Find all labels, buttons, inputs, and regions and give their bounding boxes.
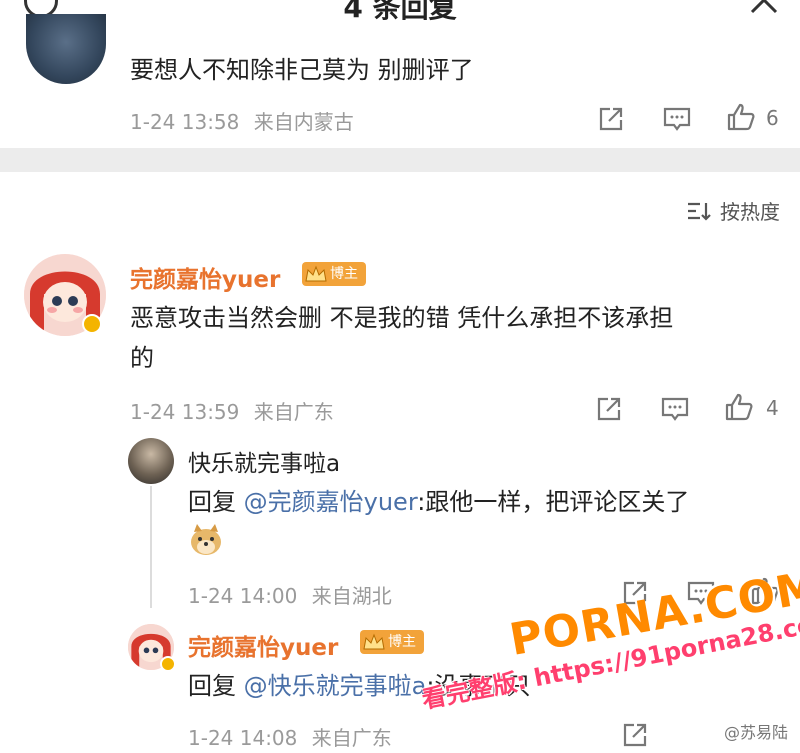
avatar[interactable]: [128, 438, 174, 484]
comment-time: 1-24 13:58: [130, 110, 240, 134]
reply-meta: 1-24 14:00 来自湖北: [188, 580, 392, 609]
reply-location: 来自广东: [311, 726, 392, 750]
reply-author[interactable]: 快乐就完事啦a: [188, 444, 340, 478]
badge-label: 博主: [330, 266, 358, 282]
comment-author[interactable]: 完颜嘉怡yuer: [130, 260, 280, 294]
modal-header: 4 条回复: [0, 0, 800, 30]
reply-author[interactable]: 完颜嘉怡yuer: [188, 628, 338, 662]
like-icon[interactable]: [726, 102, 756, 132]
comment-meta: 1-24 13:58 来自内蒙古: [130, 106, 354, 135]
reply-time: 1-24 14:00: [188, 584, 298, 608]
comment-location: 来自广东: [253, 400, 334, 424]
reply-prefix: 回复: [188, 672, 244, 700]
thread-connector: [150, 486, 152, 608]
doge-emoji-icon: [191, 524, 221, 555]
reply-body: :跟他一样，把评论区关了: [417, 488, 690, 516]
share-icon[interactable]: [596, 104, 626, 134]
comment-icon[interactable]: [660, 394, 690, 424]
reply-location: 来自湖北: [311, 584, 392, 608]
share-icon[interactable]: [620, 720, 650, 750]
root-comment: 要想人不知除非己莫为 别删评了 1-24 13:58 来自内蒙古 6: [0, 14, 800, 148]
like-icon[interactable]: [724, 392, 754, 422]
reply-prefix: 回复: [188, 488, 244, 516]
badge-label: 博主: [388, 634, 416, 650]
sort-label: 按热度: [720, 200, 780, 224]
like-count: 6: [766, 106, 779, 130]
blogger-badge: 博主: [360, 630, 424, 654]
verified-badge-icon: [82, 314, 102, 334]
avatar[interactable]: [26, 14, 106, 84]
comment-text: 要想人不知除非己莫为 别删评了: [130, 56, 474, 84]
crown-icon: [363, 633, 385, 650]
comment-icon[interactable]: [662, 104, 692, 134]
comment-text: 恶意攻击当然会删 不是我的错 凭什么承担不该承担: [130, 304, 674, 332]
page-title: 4 条回复: [343, 0, 457, 24]
reply-text: 回复 @完颜嘉怡yuer:跟他一样，把评论区关了: [188, 484, 689, 520]
verified-badge-icon: [160, 656, 176, 672]
mention-link[interactable]: @完颜嘉怡yuer: [244, 488, 418, 516]
mention-link[interactable]: @快乐就完事啦a: [244, 672, 427, 700]
sort-button[interactable]: 按热度: [686, 196, 780, 225]
crown-icon: [305, 265, 327, 282]
close-icon[interactable]: [748, 0, 780, 16]
share-icon[interactable]: [594, 394, 624, 424]
watermark-corner: @苏易陆: [723, 723, 788, 742]
comment-meta: 1-24 13:59 来自广东: [130, 396, 334, 425]
comment-text-continued: 的: [130, 344, 154, 372]
reply-meta: 1-24 14:08 来自广东: [188, 722, 392, 751]
like-count: 4: [766, 396, 779, 420]
sort-icon: [688, 202, 711, 221]
comment-time: 1-24 13:59: [130, 400, 240, 424]
section-divider: [0, 148, 800, 172]
reply-time: 1-24 14:08: [188, 726, 298, 750]
blogger-badge: 博主: [302, 262, 366, 286]
comment-location: 来自内蒙古: [253, 110, 354, 134]
